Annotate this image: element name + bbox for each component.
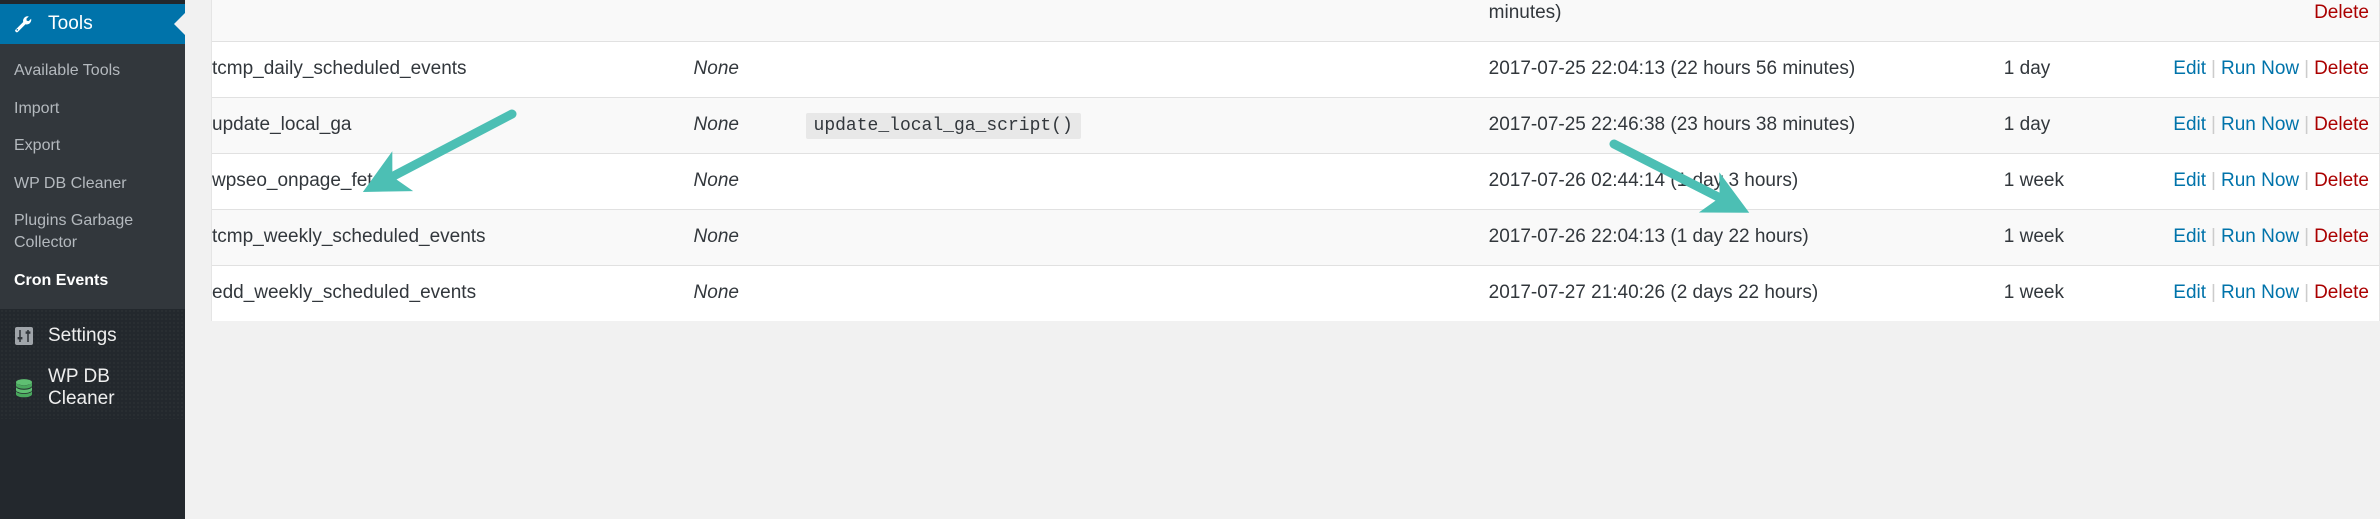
delete-link[interactable]: Delete — [2314, 58, 2369, 79]
sidebar-item-plugins-garbage-collector[interactable]: Plugins Garbage Collector — [0, 202, 185, 261]
sidebar-item-label: WP DB Cleaner — [48, 366, 115, 410]
link-separator: | — [2211, 282, 2216, 304]
tools-submenu: Available Tools Import Export WP DB Clea… — [0, 44, 185, 310]
run-now-link[interactable]: Run Now — [2221, 282, 2299, 303]
row-actions-cell: Edit | Run Now | Delete — [2154, 40, 2379, 98]
delete-link[interactable]: Delete — [2314, 226, 2369, 247]
recurrence-cell: 1 day — [2003, 40, 2155, 98]
run-now-link[interactable]: Run Now — [2221, 170, 2299, 191]
link-separator: | — [2304, 113, 2310, 135]
hook-cell — [212, 0, 694, 42]
sidebar-item-cron-events[interactable]: Cron Events — [0, 262, 185, 300]
sidebar-item-tools[interactable]: Tools — [0, 4, 185, 44]
delete-link[interactable]: Delete — [2314, 114, 2369, 135]
edit-link[interactable]: Edit — [2173, 170, 2206, 191]
next-run-cell: 2017-07-27 21:40:26 (2 days 22 hours) — [1488, 265, 2004, 322]
admin-sidebar: Tools Available Tools Import Export WP D… — [0, 0, 185, 519]
sidebar-item-settings[interactable]: Settings — [0, 315, 185, 357]
action-cell — [805, 265, 1489, 322]
sidebar-item-import[interactable]: Import — [0, 90, 185, 128]
edit-link[interactable]: Edit — [2173, 114, 2206, 135]
hook-cell: update_local_ga — [212, 96, 694, 154]
row-actions-cell: Edit | Run Now | Delete — [2154, 96, 2379, 154]
link-separator: | — [2304, 282, 2310, 304]
hook-cell: wpseo_onpage_fetch — [212, 153, 694, 210]
recurrence-cell: 1 week — [2003, 209, 2155, 266]
table-row: wpseo_onpage_fetch None 2017-07-26 02:44… — [212, 153, 2379, 210]
recurrence-cell: 1 day — [2003, 96, 2155, 154]
edit-link[interactable]: Edit — [2173, 282, 2206, 303]
action-cell — [805, 40, 1489, 98]
table-row: tcmp_daily_scheduled_events None 2017-07… — [212, 40, 2379, 98]
database-icon — [12, 376, 36, 400]
edit-link[interactable]: Edit — [2173, 58, 2206, 79]
action-cell — [805, 0, 1489, 42]
row-actions-cell: Delete — [2154, 0, 2379, 42]
next-run-cell: minutes) — [1488, 0, 2004, 42]
table-row: update_local_ga None update_local_ga_scr… — [212, 96, 2379, 154]
sidebar-item-export[interactable]: Export — [0, 127, 185, 165]
table-row: minutes) Delete — [212, 0, 2379, 42]
row-actions-cell: Edit | Run Now | Delete — [2154, 153, 2379, 210]
action-cell — [805, 209, 1489, 266]
link-separator: | — [2304, 226, 2310, 248]
link-separator: | — [2211, 170, 2216, 192]
hook-cell: edd_weekly_scheduled_events — [212, 265, 694, 322]
hook-cell: tcmp_weekly_scheduled_events — [212, 209, 694, 266]
run-now-link[interactable]: Run Now — [2221, 58, 2299, 79]
run-now-link[interactable]: Run Now — [2221, 114, 2299, 135]
delete-link[interactable]: Delete — [2314, 282, 2369, 303]
sidebar-secondary-menu: Settings WP DB Cleaner — [0, 309, 185, 420]
arguments-cell: None — [693, 153, 806, 210]
recurrence-cell: 1 week — [2003, 153, 2155, 210]
sidebar-item-label: Settings — [48, 325, 117, 347]
link-separator: | — [2211, 226, 2216, 248]
run-now-link[interactable]: Run Now — [2221, 226, 2299, 247]
arguments-cell: None — [693, 40, 806, 98]
wrench-icon — [12, 13, 34, 35]
delete-link[interactable]: Delete — [2314, 2, 2369, 23]
action-cell — [805, 153, 1489, 210]
row-actions-cell: Edit | Run Now | Delete — [2154, 209, 2379, 266]
delete-link[interactable]: Delete — [2314, 170, 2369, 191]
sidebar-item-wp-db-cleaner[interactable]: WP DB Cleaner — [0, 165, 185, 203]
action-cell: update_local_ga_script() — [805, 96, 1489, 154]
arguments-cell: None — [693, 209, 806, 266]
next-run-cell: 2017-07-25 22:04:13 (22 hours 56 minutes… — [1488, 40, 2004, 98]
edit-link[interactable]: Edit — [2173, 226, 2206, 247]
sidebar-item-wp-db-cleaner-top[interactable]: WP DB Cleaner — [0, 357, 185, 419]
action-code: update_local_ga_script() — [805, 112, 1081, 139]
link-separator: | — [2304, 57, 2310, 79]
sidebar-item-available-tools[interactable]: Available Tools — [0, 52, 185, 90]
table-row: tcmp_weekly_scheduled_events None 2017-0… — [212, 209, 2379, 266]
link-separator: | — [2211, 113, 2216, 135]
recurrence-cell: 1 week — [2003, 265, 2155, 322]
link-separator: | — [2304, 170, 2310, 192]
sliders-icon — [12, 324, 36, 348]
table-row: edd_weekly_scheduled_events None 2017-07… — [212, 265, 2379, 322]
main-content: minutes) Delete tcmp_daily_scheduled_eve… — [185, 0, 2380, 519]
next-run-cell: 2017-07-26 02:44:14 (1 day 3 hours) — [1488, 153, 2004, 210]
recurrence-cell — [2003, 0, 2155, 42]
arguments-cell — [693, 0, 806, 42]
cron-events-table-wrapper: minutes) Delete tcmp_daily_scheduled_eve… — [211, 0, 2380, 322]
arguments-cell: None — [693, 96, 806, 154]
wordpress-admin-screen: Tools Available Tools Import Export WP D… — [0, 0, 2380, 519]
link-separator: | — [2211, 57, 2216, 79]
sidebar-item-label: Tools — [48, 13, 93, 34]
hook-cell: tcmp_daily_scheduled_events — [212, 40, 694, 98]
row-actions-cell: Edit | Run Now | Delete — [2154, 265, 2379, 322]
next-run-cell: 2017-07-26 22:04:13 (1 day 22 hours) — [1488, 209, 2004, 266]
arguments-cell: None — [693, 265, 806, 322]
cron-events-table: minutes) Delete tcmp_daily_scheduled_eve… — [212, 0, 2379, 322]
next-run-cell: 2017-07-25 22:46:38 (23 hours 38 minutes… — [1488, 96, 2004, 154]
